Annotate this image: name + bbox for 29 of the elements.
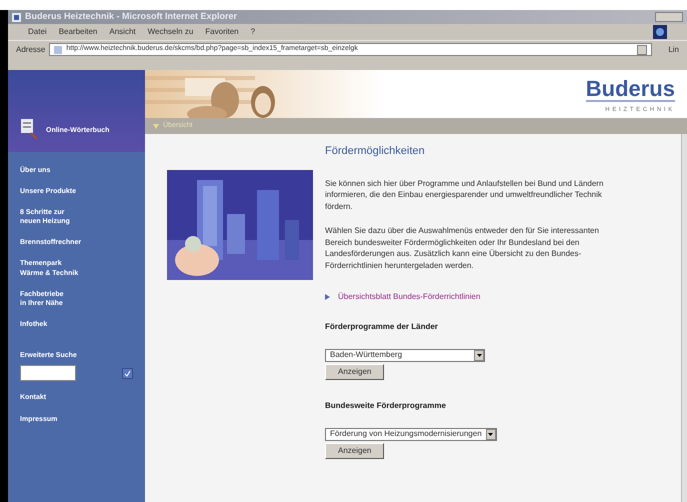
section-heading: Bundesweite Förderprogramme (325, 400, 447, 412)
window-title: Buderus Heiztechnik - Microsoft Internet Explorer (25, 10, 238, 24)
go-button[interactable] (122, 368, 133, 379)
triangle-icon (153, 124, 159, 128)
select-field[interactable]: Baden-Württemberg (325, 348, 485, 362)
menu-item[interactable]: Ansicht (109, 26, 136, 38)
logo[interactable]: Buderus (586, 78, 675, 102)
paragraph: Wählen Sie dazu über die Auswahlmenüs entweder den für Sie interessanten Bereich bundesweiter Fördermöglichkeiten oder Ihr Bundesland bei den Landesförderungen aus. Zusätzlich kann eine Übersicht zu den Bundes-Förderrichtlinien heruntergeladen werden. (325, 225, 600, 272)
browser-icon (12, 12, 21, 22)
menu-item[interactable]: ? (250, 26, 256, 38)
book-magnifier-icon (20, 118, 38, 140)
show-button[interactable]: Anzeigen (325, 442, 384, 459)
download-link[interactable]: Übersichtsblatt Bundes-Förderrichtlinien (338, 290, 480, 303)
section-heading: Förderprogramme der Länder (325, 320, 439, 333)
page-icon (54, 46, 62, 54)
address-label: Adresse (16, 44, 46, 56)
menu-item[interactable]: Bearbeiten (58, 26, 98, 38)
menu-item[interactable]: Datei (28, 26, 47, 38)
links-label[interactable]: Lin (668, 44, 679, 56)
window-controls-icon[interactable] (655, 12, 683, 22)
menu-item[interactable]: Favoriten (205, 26, 239, 38)
select-field[interactable]: Förderung von Heizungsmodernisierungen (325, 428, 497, 441)
paragraph: Sie können sich hier über Programme und Anlaufstellen bei Bund und Ländern informieren, die den Einbau energiesparender und umweltfreundlicher Technik fördern. (325, 178, 604, 212)
page-heading: Fördermöglichkeiten (325, 144, 426, 159)
browser-logo-icon (653, 25, 667, 39)
triangle-icon (325, 294, 330, 300)
menu-item[interactable]: Wechseln zu (148, 26, 194, 38)
show-button[interactable]: Anzeigen (325, 364, 384, 380)
search-field[interactable] (20, 365, 76, 382)
